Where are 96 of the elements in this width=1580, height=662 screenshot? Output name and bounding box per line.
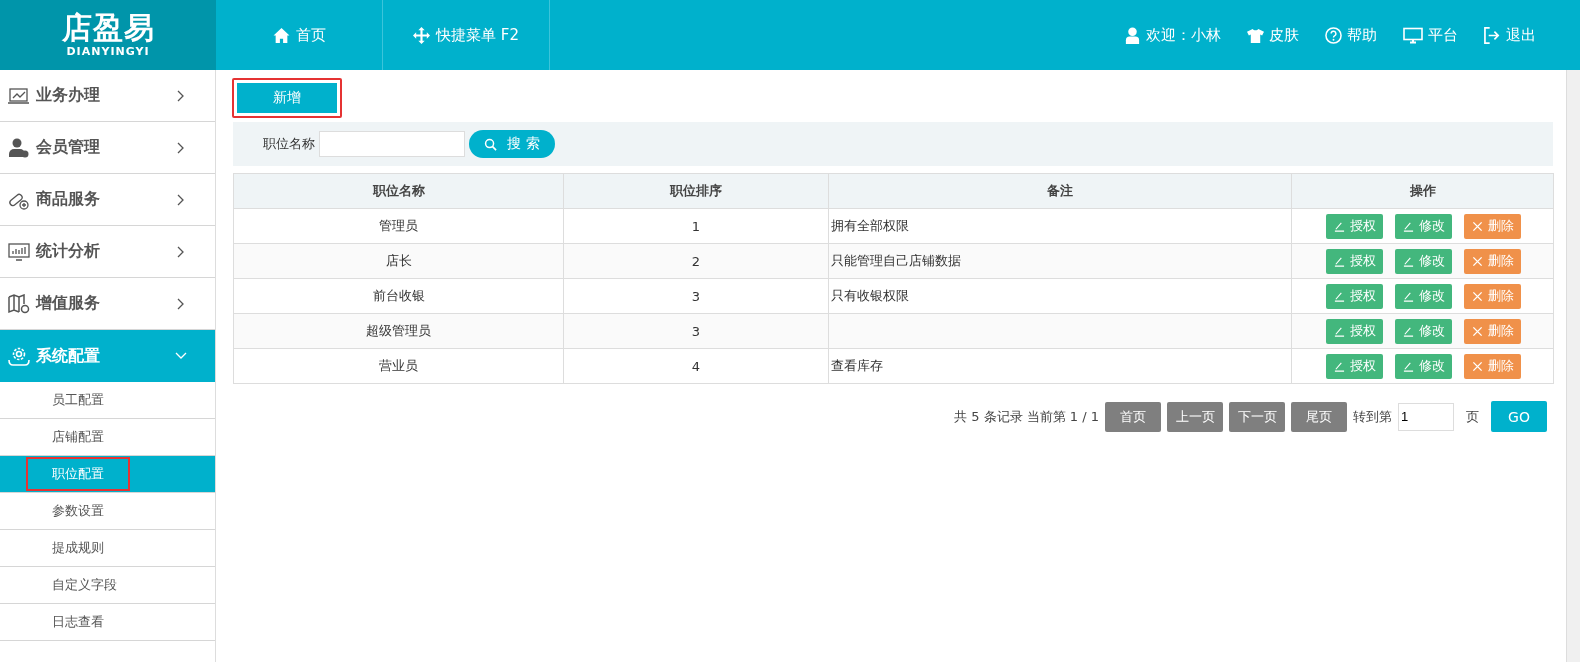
sidebar-subitem[interactable]: 参数设置 [26,494,130,528]
delete-button[interactable]: 删除 [1464,213,1521,239]
delete-button[interactable]: 删除 [1464,283,1521,309]
top-nav-link[interactable]: 快捷菜单 F2 [383,0,550,70]
column-header: 职位名称 [233,173,564,209]
pencil-icon [1402,290,1414,302]
table-cell: 拥有全部权限 [828,208,1292,244]
pencil-icon [1402,255,1414,267]
close-icon [1471,360,1483,372]
move-icon [413,26,430,44]
pencil-icon [1333,220,1345,232]
sidebar-item[interactable]: 系统配置 [0,330,215,382]
close-icon [1471,220,1483,232]
user-icon [8,137,30,158]
add-button[interactable]: 新增 [232,78,342,118]
sidebar-subitem[interactable]: 提成规则 [26,531,130,565]
edit-button[interactable]: 授权 [1326,248,1383,274]
edit-button[interactable]: 授权 [1326,318,1383,344]
sidebar-item[interactable]: 商品服务 [0,174,215,226]
header-link[interactable]: 平台 [1403,25,1458,45]
column-header: 备注 [828,173,1292,209]
close-icon [1471,325,1483,337]
pencil-icon [1333,360,1345,372]
pencil-icon [1402,325,1414,337]
edit-button[interactable]: 修改 [1395,213,1452,239]
edit-button[interactable]: 修改 [1395,283,1452,309]
header-link[interactable]: 皮肤 [1247,25,1299,45]
close-icon [1471,290,1483,302]
table-cell: 超级管理员 [233,313,564,349]
home-icon [272,26,290,44]
sidebar-subitem[interactable]: 自定义字段 [26,568,143,602]
search-label: 职位名称 [263,135,315,153]
table-cell: 营业员 [233,348,564,384]
table-cell: 2 [563,243,829,279]
sidebar-item[interactable]: 会员管理 [0,122,215,174]
search-button[interactable]: 搜 索 [469,130,555,158]
edit-button[interactable]: 授权 [1326,353,1383,379]
map-icon [8,293,30,314]
pencil-icon [1333,255,1345,267]
page-button[interactable]: 下一页 [1229,401,1285,432]
go-button[interactable]: GO [1491,401,1547,432]
pencil-icon [1333,325,1345,337]
page-unit: 页 [1466,407,1479,426]
table-cell: 店长 [233,243,564,279]
sidebar-subitem[interactable]: 日志查看 [26,605,130,639]
delete-button[interactable]: 删除 [1464,248,1521,274]
page-input[interactable]: 1 [1398,402,1454,431]
sidebar-item[interactable]: 统计分析 [0,226,215,278]
gear-icon [8,346,30,366]
delete-button[interactable]: 删除 [1464,353,1521,379]
header-link[interactable]: 欢迎：小林 [1124,25,1221,45]
header-link[interactable]: 帮助 [1325,25,1377,45]
header-link[interactable]: 退出 [1484,25,1536,45]
monitor-icon [1403,26,1423,44]
table-cell: 3 [563,313,829,349]
record-summary: 共 5 条记录 当前第 1 / 1 [954,407,1099,426]
table-cell: 1 [563,208,829,244]
table-cell: 4 [563,348,829,384]
top-nav-link[interactable]: 首页 [216,0,383,70]
table-cell: 3 [563,278,829,314]
page-button[interactable]: 尾页 [1291,401,1347,432]
page-button[interactable]: 首页 [1105,401,1161,432]
column-header: 职位排序 [563,173,829,209]
edit-button[interactable]: 修改 [1395,248,1452,274]
shirt-icon [1247,26,1264,44]
pencil-icon [1333,290,1345,302]
scrollbar[interactable] [1566,70,1580,662]
sidebar-item[interactable]: 业务办理 [0,70,215,122]
search-icon [484,137,498,151]
edit-button[interactable]: 授权 [1326,213,1383,239]
column-header: 操作 [1291,173,1554,209]
edit-button[interactable]: 修改 [1395,353,1452,379]
goto-label: 转到第 [1353,407,1392,426]
logo-subtitle: DIANYINGYI [66,45,150,59]
pencil-icon [1402,360,1414,372]
table-cell: 前台收银 [233,278,564,314]
page-button[interactable]: 上一页 [1167,401,1223,432]
search-field[interactable] [319,131,465,157]
chart-icon [8,85,30,106]
help-icon [1325,26,1342,44]
pencil-icon [1402,220,1414,232]
sidebar-subitem[interactable]: 职位配置 [26,457,130,491]
edit-button[interactable]: 授权 [1326,283,1383,309]
table-cell: 管理员 [233,208,564,244]
table-cell: 只能管理自己店铺数据 [828,243,1292,279]
table-cell: 查看库存 [828,348,1292,384]
sidebar-subitem[interactable]: 店铺配置 [26,420,130,454]
logout-icon [1484,26,1501,44]
edit-button[interactable]: 修改 [1395,318,1452,344]
logo-title: 店盈易 [61,11,155,45]
sidebar-subitem[interactable]: 员工配置 [26,383,130,417]
monitor-icon [8,241,30,262]
table-cell: 只有收银权限 [828,278,1292,314]
close-icon [1471,255,1483,267]
delete-button[interactable]: 删除 [1464,318,1521,344]
user-icon [1124,26,1141,44]
